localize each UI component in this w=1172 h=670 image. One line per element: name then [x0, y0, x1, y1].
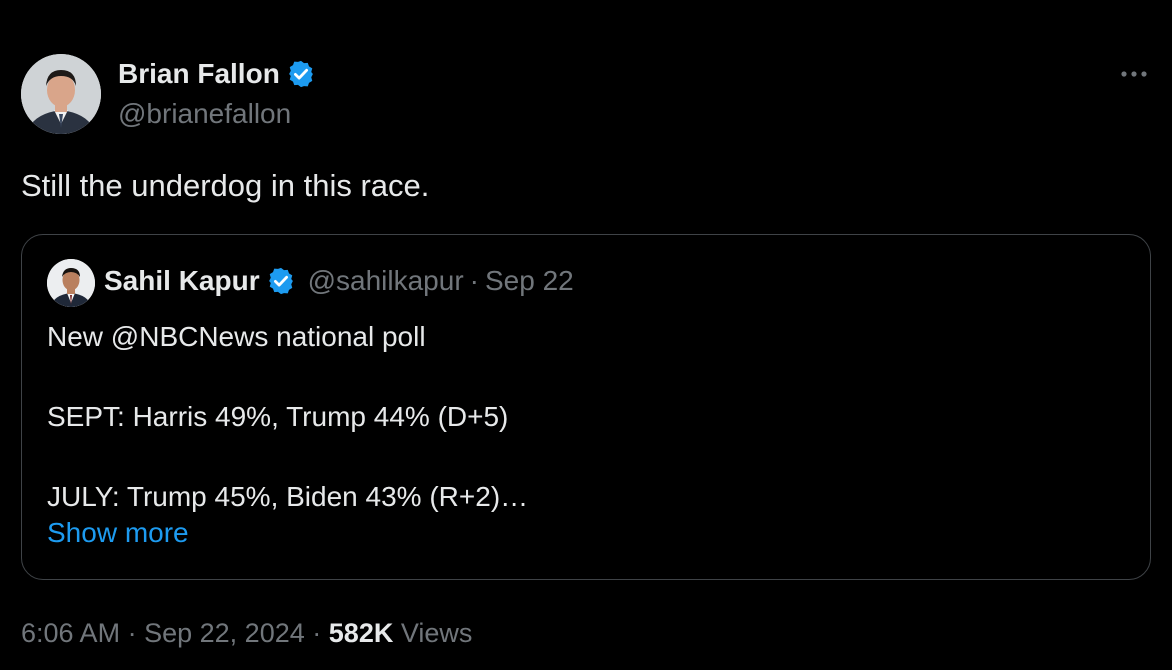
show-more-link[interactable]: Show more: [47, 517, 189, 549]
quoted-text-line: SEPT: Harris 49%, Trump 44% (D+5): [47, 401, 509, 432]
quoted-text-line: [47, 437, 528, 477]
quoted-text-line: New @NBCNews national poll: [47, 321, 426, 352]
meta-separator: ·: [312, 618, 322, 648]
author-avatar-image: [21, 54, 101, 134]
verified-badge-icon[interactable]: [266, 266, 296, 296]
quoted-text-line: JULY: Trump 45%, Biden 43% (R+2)…: [47, 481, 529, 512]
views-label: Views: [400, 618, 473, 648]
author-handle[interactable]: @brianefallon: [118, 98, 291, 130]
views-count[interactable]: 582K: [329, 618, 394, 648]
quoted-text-line: [47, 357, 528, 397]
tweet-date[interactable]: Sep 22, 2024: [144, 618, 305, 648]
tweet-text: Still the underdog in this race.: [21, 168, 430, 203]
author-avatar[interactable]: [21, 54, 101, 134]
quoted-author-name[interactable]: Sahil Kapur: [104, 265, 260, 297]
tweet: Brian Fallon @brianefallon Still the und…: [0, 0, 1172, 670]
tweet-meta: 6:06 AM · Sep 22, 2024 · 582K Views: [21, 618, 472, 649]
quoted-tweet-text: New @NBCNews national poll SEPT: Harris …: [47, 317, 528, 517]
author-name-row[interactable]: Brian Fallon: [118, 58, 316, 90]
quoted-date[interactable]: Sep 22: [485, 265, 574, 297]
quoted-author-handle[interactable]: @sahilkapur: [308, 265, 464, 297]
tweet-time[interactable]: 6:06 AM: [21, 618, 120, 648]
verified-badge-icon[interactable]: [286, 59, 316, 89]
meta-separator: ·: [127, 618, 137, 648]
quoted-separator: ·: [469, 265, 479, 296]
quoted-author-avatar[interactable]: [47, 259, 95, 307]
quoted-author-avatar-image: [47, 259, 95, 307]
quoted-header: Sahil Kapur @sahilkapur · Sep 22: [104, 265, 574, 297]
more-dots-icon[interactable]: [1116, 62, 1152, 86]
quoted-tweet-card[interactable]: Sahil Kapur @sahilkapur · Sep 22 New @NB…: [21, 234, 1151, 580]
author-name[interactable]: Brian Fallon: [118, 58, 280, 90]
